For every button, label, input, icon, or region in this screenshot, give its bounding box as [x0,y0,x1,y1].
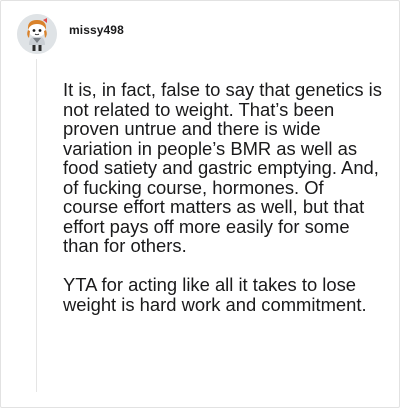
comment-card: missy498 It is, in fact, false to say th… [0,0,400,408]
comment-paragraph: It is, in fact, false to say that geneti… [63,79,382,256]
comment-header: missy498 [17,14,124,54]
snoo-avatar-icon[interactable] [17,14,57,54]
comment-paragraph: YTA for acting like all it takes to lose… [63,274,367,315]
thread-line[interactable] [36,59,37,392]
username-link[interactable]: missy498 [69,23,124,37]
comment-body: It is, in fact, false to say that geneti… [63,80,383,314]
